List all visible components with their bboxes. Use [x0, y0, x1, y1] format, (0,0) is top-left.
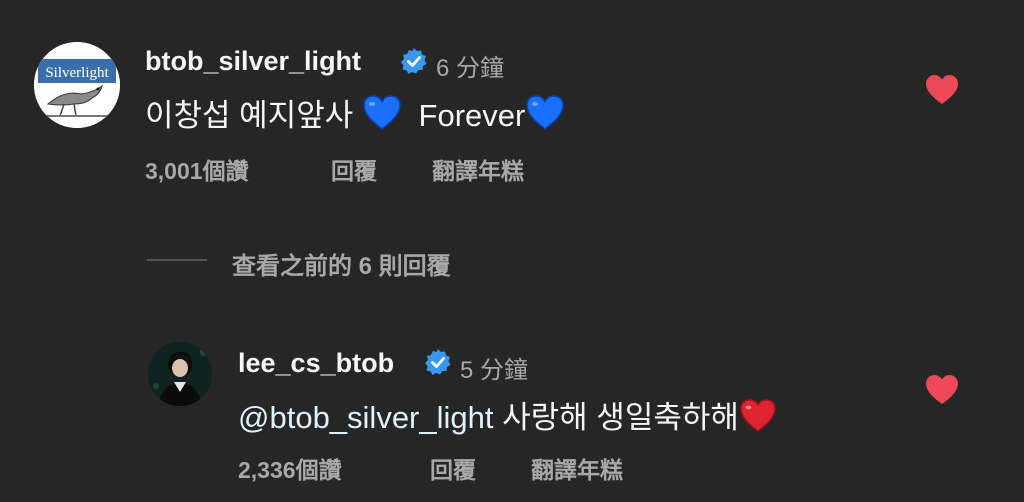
comment-text-part2: Forever	[418, 98, 526, 133]
profile-photo	[148, 342, 212, 406]
blue-heart-emoji	[526, 95, 565, 130]
likes-count: 2,336	[238, 457, 296, 483]
likes-label: 個讚	[295, 457, 342, 483]
like-heart-icon[interactable]	[925, 374, 959, 406]
reply-text: @btob_silver_light 사랑해 생일축하해	[238, 392, 777, 437]
reply-button[interactable]: 回覆	[331, 152, 377, 186]
comment-time: 6 分鐘	[436, 55, 505, 82]
like-heart-icon[interactable]	[925, 74, 959, 106]
red-heart-emoji	[740, 399, 776, 433]
reply-button[interactable]: 回覆	[430, 451, 476, 485]
translate-button[interactable]: 翻譯年糕	[531, 451, 623, 485]
mention-link[interactable]: @btob_silver_light	[238, 400, 494, 435]
likes-label: 個讚	[202, 158, 249, 184]
replies-divider	[147, 259, 207, 261]
avatar[interactable]: Silverlight	[34, 42, 120, 128]
comment-text-part1: 이창섭 예지앞사	[145, 98, 354, 133]
reply-likes[interactable]: 2,336個讚	[238, 451, 342, 485]
blue-heart-emoji	[363, 95, 401, 130]
translate-button[interactable]: 翻譯年糕	[432, 152, 524, 186]
reply-avatar[interactable]	[148, 342, 212, 406]
comment-username[interactable]: btob_silver_light	[145, 46, 361, 77]
silverlight-logo: Silverlight	[34, 42, 120, 128]
svg-text:Silverlight: Silverlight	[45, 65, 109, 81]
reply-time: 5 分鐘	[460, 357, 529, 384]
verified-badge-icon	[425, 349, 451, 375]
comment-text: 이창섭 예지앞사 Forever	[145, 90, 565, 135]
verified-badge-icon	[401, 48, 427, 74]
likes-count: 3,001	[145, 158, 203, 184]
reply-message: 사랑해 생일축하해	[502, 400, 739, 435]
reply-username[interactable]: lee_cs_btob	[238, 348, 394, 379]
comment-likes[interactable]: 3,001個讚	[145, 152, 249, 186]
view-previous-replies-button[interactable]: 查看之前的 6 則回覆	[232, 246, 451, 281]
